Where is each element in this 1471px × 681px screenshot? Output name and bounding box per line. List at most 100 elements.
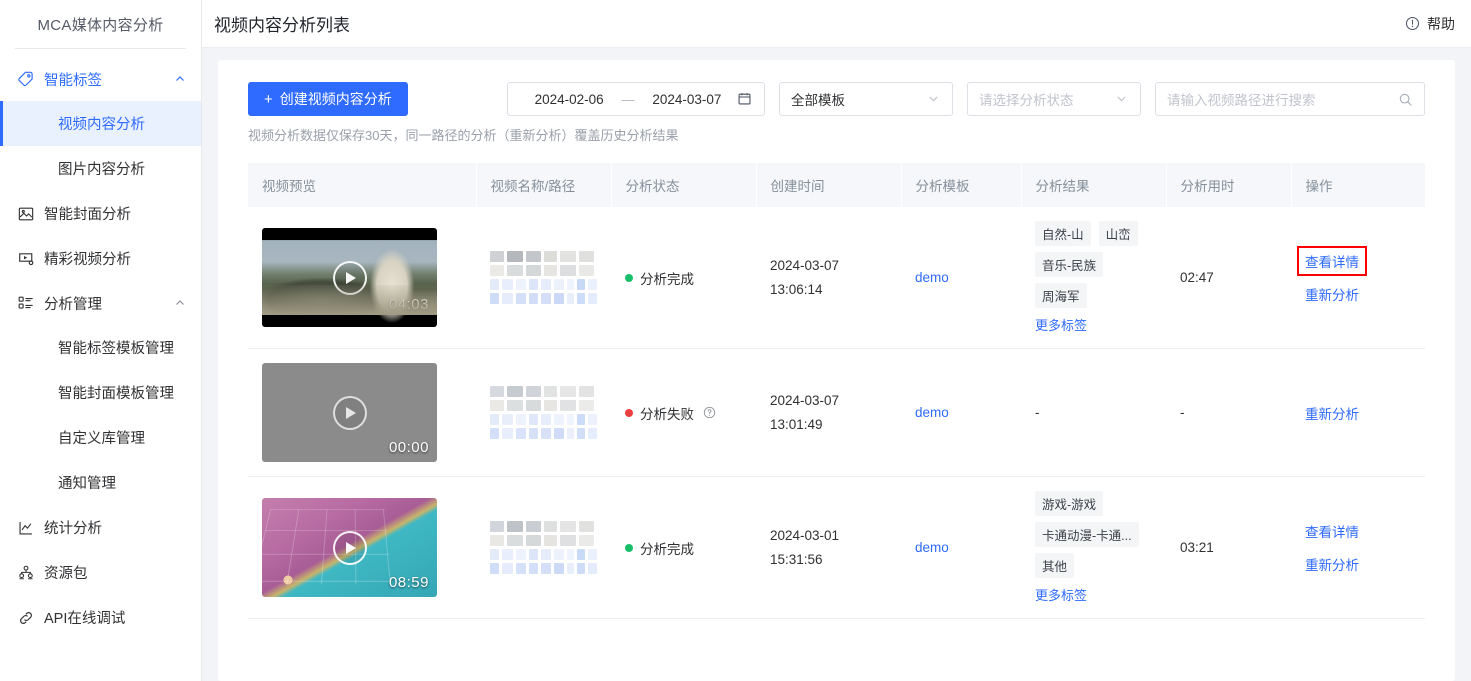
table-head: 视频预览 视频名称/路径 分析状态 创建时间 分析模板 分析结果 分析用时 操作 [248,163,1425,207]
cell-operation: 重新分析 [1291,348,1425,477]
video-thumbnail[interactable]: 04:03 [262,228,437,327]
sidebar-item-statistics[interactable]: 统计分析 [0,505,201,550]
create-video-analysis-button[interactable]: + 创建视频内容分析 [248,82,408,116]
sidebar-group-smart-tag[interactable]: 智能标签 [0,57,201,101]
chevron-down-icon [927,92,941,106]
sidebar-item-tag-template-management[interactable]: 智能标签模板管理 [0,325,201,370]
video-thumbnail[interactable]: 08:59 [262,498,437,597]
template-link[interactable]: demo [915,540,949,555]
info-circle-icon [1405,16,1421,32]
status-select[interactable]: 请选择分析状态 [967,82,1141,116]
view-detail-link[interactable]: 查看详情 [1305,521,1359,541]
date-end-value[interactable]: 2024-03-07 [637,92,737,107]
result-tag: 山峦 [1098,221,1138,246]
video-duration: 04:03 [388,296,429,313]
status-dot-icon [625,543,633,552]
image-icon [16,204,35,223]
col-elapsed: 分析用时 [1166,163,1292,207]
status-badge: 分析完成 [625,538,694,558]
sidebar-nav: 智能标签 视频内容分析 图片内容分析 智能封面分析 精彩视频分析 分析管理 智能… [0,49,201,640]
topbar: 视频内容分析列表 帮助 [202,0,1471,48]
operation-links: 重新分析 [1305,403,1411,423]
cell-create-time: 2024-03-07 13:01:49 [756,348,901,477]
sidebar-group-analysis-management[interactable]: 分析管理 [0,281,201,325]
cell-elapsed: - [1166,348,1291,477]
table-header-row: 视频预览 视频名称/路径 分析状态 创建时间 分析模板 分析结果 分析用时 操作 [248,163,1425,207]
sidebar-item-notification-management[interactable]: 通知管理 [0,460,201,505]
cell-video-name [476,348,611,477]
created-date: 2024-03-01 [770,527,840,543]
cell-create-time: 2024-03-07 13:06:14 [756,207,901,349]
template-link[interactable]: demo [915,270,949,285]
cell-video-preview: 00:00 [248,348,476,477]
search-icon[interactable] [1398,92,1413,107]
reanalyze-link[interactable]: 重新分析 [1305,403,1359,423]
search-input[interactable]: 请输入视频路径进行搜索 [1155,82,1425,116]
reanalyze-link[interactable]: 重新分析 [1305,554,1359,574]
sidebar-sub-label: 智能封面模板管理 [58,386,174,402]
app-root: MCA媒体内容分析 智能标签 视频内容分析 图片内容分析 智能封面分析 精彩视频… [0,0,1471,681]
table-row: 08:59 分析完成 2024-03-01 15:31:56 demo 游戏-游… [248,476,1425,619]
cell-operation: 查看详情 重新分析 [1291,207,1425,349]
table-body: 04:03 分析完成 2024-03-07 13:06:14 demo 自然-山… [248,207,1425,619]
cell-analysis-status: 分析完成 [611,207,756,349]
col-operation: 操作 [1291,163,1425,207]
col-video-preview: 视频预览 [248,163,477,207]
sidebar-item-label: 统计分析 [44,521,102,537]
sidebar-item-image-content-analysis[interactable]: 图片内容分析 [0,146,201,191]
more-tags-link[interactable]: 更多标签 [1035,585,1087,604]
cell-video-name [476,476,611,619]
cell-result: 游戏-游戏 卡通动漫-卡通... 其他 更多标签 [1021,476,1166,619]
date-start-value[interactable]: 2024-02-06 [519,92,619,107]
question-circle-icon[interactable] [703,406,716,419]
tag-list: 游戏-游戏 卡通动漫-卡通... 其他 [1035,491,1152,578]
more-tags-link[interactable]: 更多标签 [1035,315,1087,334]
status-select-placeholder: 请选择分析状态 [979,93,1074,108]
template-link[interactable]: demo [915,405,949,420]
created-time: 13:01:49 [770,416,823,432]
status-label: 分析失败 [640,406,694,422]
play-icon[interactable] [332,395,367,430]
sidebar-item-highlight-video-analysis[interactable]: 精彩视频分析 [0,236,201,281]
chevron-up-icon [173,72,187,86]
result-tag: 卡通动漫-卡通... [1035,522,1139,547]
play-icon[interactable] [332,530,367,565]
sidebar-item-label: 精彩视频分析 [44,252,131,268]
sidebar-group-label: 分析管理 [44,296,102,313]
help-link[interactable]: 帮助 [1405,14,1455,34]
sidebar-item-cover-template-management[interactable]: 智能封面模板管理 [0,370,201,415]
date-range-picker[interactable]: 2024-02-06 — 2024-03-07 [507,82,765,116]
template-select[interactable]: 全部模板 [779,82,953,116]
sidebar-item-custom-library-management[interactable]: 自定义库管理 [0,415,201,460]
result-tag: 游戏-游戏 [1035,491,1104,516]
reanalyze-link[interactable]: 重新分析 [1305,284,1359,304]
status-dot-icon [625,408,633,417]
search-placeholder: 请输入视频路径进行搜索 [1167,93,1316,108]
plus-icon: + [264,90,273,108]
sidebar-sub-label: 自定义库管理 [58,431,145,447]
sidebar-item-video-content-analysis[interactable]: 视频内容分析 [0,101,201,146]
video-settings-icon [16,249,35,268]
cell-elapsed: 03:21 [1166,476,1291,619]
view-detail-link[interactable]: 查看详情 [1297,246,1367,276]
create-button-label: 创建视频内容分析 [279,91,392,107]
link-icon [16,608,35,627]
sidebar-item-resource-package[interactable]: 资源包 [0,550,201,595]
status-badge: 分析失败 [625,403,716,423]
chart-icon [16,518,35,537]
chevron-down-icon [1115,92,1129,106]
tag-list: 自然-山 山峦 音乐-民族 周海军 [1035,221,1152,308]
sidebar-item-api-debug[interactable]: API在线调试 [0,595,201,640]
status-badge: 分析完成 [625,268,694,288]
status-label: 分析完成 [640,271,694,287]
created-date: 2024-03-07 [770,257,840,273]
sidebar-item-smart-cover-analysis[interactable]: 智能封面分析 [0,191,201,236]
play-icon[interactable] [332,260,367,295]
analysis-table: 视频预览 视频名称/路径 分析状态 创建时间 分析模板 分析结果 分析用时 操作 [248,163,1425,619]
calendar-icon [737,91,753,107]
created-time: 15:31:56 [770,551,823,567]
tag-icon [16,70,35,89]
video-duration: 08:59 [388,574,429,591]
video-thumbnail[interactable]: 00:00 [262,363,437,462]
result-tag: 其他 [1035,553,1075,578]
